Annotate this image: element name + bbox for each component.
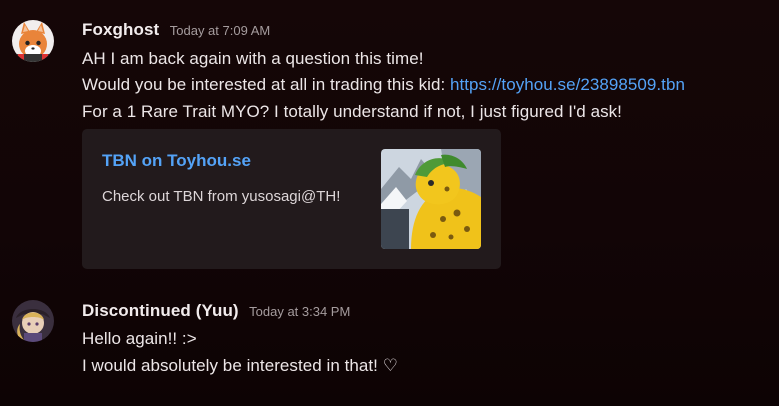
fox-avatar-icon[interactable]	[12, 20, 54, 62]
message-discontinued-yuu: Discontinued (Yuu) Today at 3:34 PM Hell…	[0, 290, 779, 390]
message-line: AH I am back again with a question this …	[82, 49, 424, 68]
username[interactable]: Foxghost	[82, 20, 159, 39]
timestamp[interactable]: Today at 3:34 PM	[249, 304, 350, 319]
message-line: For a 1 Rare Trait MYO? I totally unders…	[82, 102, 622, 121]
username[interactable]: Discontinued (Yuu)	[82, 301, 239, 320]
character-thumbnail-icon[interactable]	[381, 149, 481, 249]
message-line-with-link: Would you be interested at all in tradin…	[82, 75, 685, 95]
character-avatar-icon[interactable]	[12, 300, 54, 342]
message-line: Hello again!! :>	[82, 329, 197, 348]
timestamp[interactable]: Today at 7:09 AM	[170, 23, 270, 38]
link-embed: TBN on Toyhou.se Check out TBN from yuso…	[82, 129, 501, 269]
embed-description: Check out TBN from yusosagi@TH!	[102, 188, 341, 205]
toyhouse-link[interactable]: https://toyhou.se/23898509.tbn	[450, 75, 685, 94]
message-line: I would absolutely be interested in that…	[82, 356, 399, 375]
chat-view: { "messages": [ { "username": "Foxghost"…	[0, 0, 779, 406]
message-text: Would you be interested at all in tradin…	[82, 75, 450, 94]
message-header: Foxghost Today at 7:09 AM	[82, 20, 270, 40]
embed-title[interactable]: TBN on Toyhou.se	[102, 151, 251, 171]
message-header: Discontinued (Yuu) Today at 3:34 PM	[82, 301, 350, 321]
message-foxghost: Foxghost Today at 7:09 AM AH I am back a…	[0, 0, 779, 280]
